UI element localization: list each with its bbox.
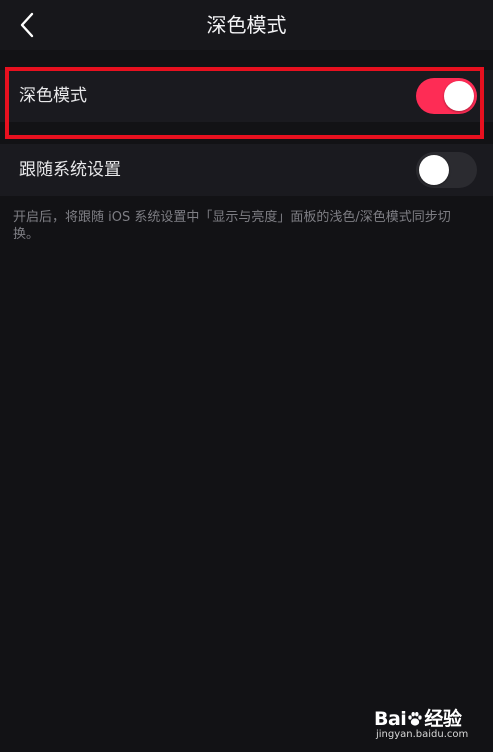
dark-mode-label: 深色模式 [19, 86, 87, 106]
watermark-logo: Bai 经验 [374, 704, 462, 731]
watermark-url: jingyan.baidu.com [376, 729, 469, 740]
paw-icon [408, 712, 423, 726]
follow-system-row: 跟随系统设置 [0, 144, 493, 196]
follow-system-label: 跟随系统设置 [19, 160, 121, 180]
watermark-logo-left: Bai [374, 708, 407, 730]
toggle-knob [419, 155, 449, 185]
page-title: 深色模式 [206, 13, 287, 37]
dark-mode-toggle[interactable] [416, 78, 477, 114]
navigation-bar: 深色模式 [0, 0, 493, 50]
follow-system-description: 开启后，将跟随 iOS 系统设置中「显示与亮度」面板的浅色/深色模式同步切换。 [13, 210, 451, 242]
watermark-logo-right: 经验 [424, 708, 462, 730]
dark-mode-row: 深色模式 [0, 70, 493, 122]
toggle-knob [444, 81, 474, 111]
follow-system-toggle[interactable] [416, 152, 477, 188]
dark-mode-settings-page: 深色模式 深色模式 跟随系统设置 开启后，将跟随 iOS 系统设置中「显示与亮度… [0, 0, 493, 752]
baidu-jingyan-watermark: Bai 经验 jingyan.baidu.com [374, 704, 469, 744]
